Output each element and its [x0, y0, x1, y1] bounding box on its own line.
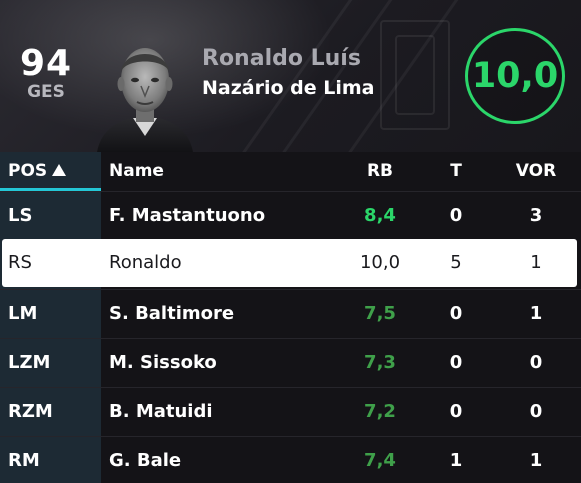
column-header-vor[interactable]: VOR: [496, 161, 576, 181]
table-row[interactable]: LZM M. Sissoko 7,3 0 0: [0, 338, 581, 386]
row-goals: 0: [449, 401, 463, 422]
table-row[interactable]: RM G. Bale 7,4 1 1: [0, 436, 581, 483]
row-goals: 0: [449, 352, 463, 373]
row-goals: 5: [450, 252, 462, 273]
row-player-name: F. Mastantuono: [109, 205, 266, 226]
overall-rating-label: GES: [27, 82, 65, 102]
player-portrait: [97, 48, 193, 152]
row-assists: 3: [529, 205, 543, 226]
row-goals: 0: [449, 205, 463, 226]
row-goals: 1: [449, 450, 463, 471]
sort-ascending-icon: [52, 164, 67, 176]
row-rating: 7,5: [364, 303, 396, 324]
column-header-name[interactable]: Name: [109, 161, 164, 181]
row-rating: 7,4: [364, 450, 396, 471]
row-rating: 8,4: [364, 205, 396, 226]
row-assists: 0: [529, 352, 543, 373]
row-position: RS: [8, 252, 32, 273]
row-player-name: S. Baltimore: [109, 303, 235, 324]
row-assists: 1: [529, 450, 543, 471]
player-name: Ronaldo Luís Nazário de Lima: [202, 44, 375, 102]
row-assists: 1: [530, 252, 542, 273]
column-header-pos[interactable]: POS: [8, 161, 67, 181]
lineup-table: POS Name RB T VOR LS F. Mastantuono 8,4 …: [0, 152, 581, 483]
column-header-rb[interactable]: RB: [330, 161, 430, 181]
table-row[interactable]: RZM B. Matuidi 7,2 0 0: [0, 387, 581, 435]
overall-rating-value: 94: [19, 43, 73, 84]
table-row[interactable]: LS F. Mastantuono 8,4 0 3: [0, 191, 581, 239]
column-header-pos-label: POS: [8, 161, 48, 181]
row-assists: 1: [529, 303, 543, 324]
row-player-name: G. Bale: [109, 450, 182, 471]
table-row[interactable]: LM S. Baltimore 7,5 0 1: [0, 289, 581, 337]
overall-rating: 94 GES: [18, 43, 74, 103]
table-header-row: POS Name RB T VOR: [0, 152, 581, 191]
row-player-name: B. Matuidi: [109, 401, 213, 422]
row-position: RM: [8, 450, 40, 471]
row-player-name: M. Sissoko: [109, 352, 217, 373]
row-position: LZM: [8, 352, 51, 373]
row-position: LS: [8, 205, 33, 226]
row-rating: 10,0: [359, 252, 401, 273]
background-shape: [395, 35, 435, 115]
row-rating: 7,2: [364, 401, 396, 422]
table-row-selected[interactable]: RS Ronaldo 10,0 5 1: [2, 239, 577, 287]
row-player-name: Ronaldo: [109, 252, 182, 273]
player-first-name: Ronaldo Luís: [202, 46, 361, 71]
column-header-t[interactable]: T: [431, 161, 481, 181]
row-assists: 0: [529, 401, 543, 422]
row-position: RZM: [8, 401, 53, 422]
match-score-badge: 10,0: [465, 28, 565, 124]
row-position: LM: [8, 303, 38, 324]
row-goals: 0: [449, 303, 463, 324]
player-last-name: Nazário de Lima: [202, 77, 375, 99]
row-rating: 7,3: [364, 352, 396, 373]
player-header: 94 GES Ronaldo Luís Nazário de Lima 10,0: [0, 0, 581, 152]
